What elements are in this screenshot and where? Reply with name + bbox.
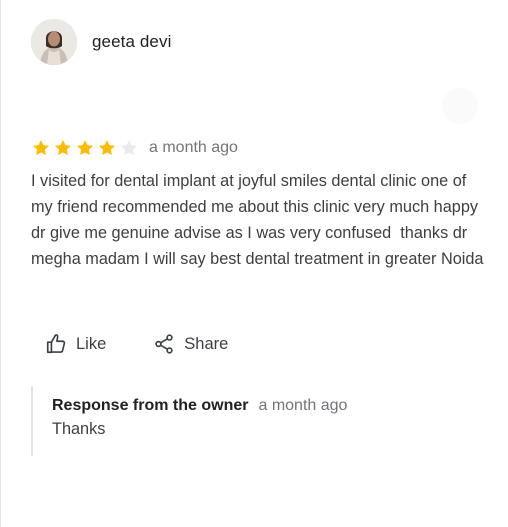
rating-row: a month ago — [31, 137, 238, 159]
reviewer-header: geeta devi — [31, 19, 171, 65]
star-filled-icon — [99, 140, 115, 156]
share-label: Share — [184, 334, 229, 353]
star-filled-icon — [55, 140, 71, 156]
star-filled-icon — [33, 140, 49, 156]
owner-response-text: Thanks — [52, 420, 106, 438]
more-options-button[interactable] — [442, 88, 478, 124]
share-button[interactable]: Share — [153, 333, 228, 355]
review-date: a month ago — [149, 139, 238, 156]
thumbs-up-outline-icon — [46, 334, 66, 354]
like-button[interactable]: Like — [45, 333, 106, 355]
owner-response-header: Response from the owner a month ago — [52, 397, 471, 415]
star-filled-icon — [77, 140, 93, 156]
star-empty-icon — [121, 140, 137, 156]
owner-response-title: Response from the owner — [52, 397, 249, 414]
star-rating — [31, 138, 141, 158]
review-actions: Like Share — [45, 330, 228, 358]
review-text: I visited for dental implant at joyful s… — [31, 172, 484, 268]
reviewer-name[interactable]: geeta devi — [92, 32, 171, 52]
like-label: Like — [76, 334, 107, 353]
review-card: geeta devi a month ago I visited for den… — [0, 0, 508, 527]
reviewer-avatar[interactable] — [31, 19, 77, 65]
owner-response-date: a month ago — [258, 397, 348, 414]
owner-response: Response from the owner a month ago Than… — [31, 386, 471, 456]
share-icon — [155, 334, 173, 354]
avatar-photo — [31, 19, 77, 65]
